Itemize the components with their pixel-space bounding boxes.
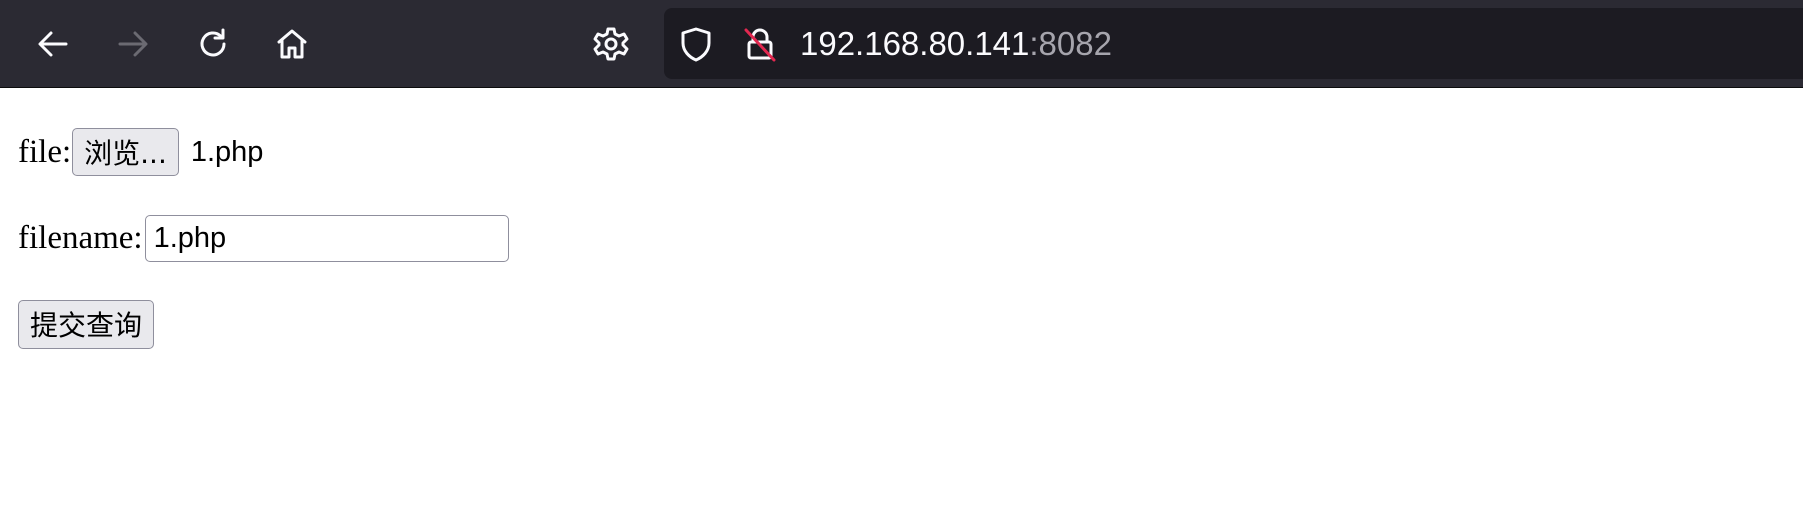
url-bar[interactable]: 192.168.80.141:8082	[664, 8, 1803, 79]
url-host: 192.168.80.141	[800, 25, 1030, 62]
home-icon	[277, 29, 307, 59]
filename-input[interactable]	[144, 214, 509, 262]
filename-label: filename:	[18, 219, 143, 256]
file-row: file: 浏览... 1.php	[18, 126, 263, 178]
insecure-lock-icon[interactable]	[742, 26, 778, 62]
gear-icon	[593, 27, 629, 61]
file-label: file:	[18, 133, 72, 170]
submit-button[interactable]: 提交查询	[18, 299, 155, 349]
reload-icon	[200, 28, 226, 57]
browse-button[interactable]: 浏览...	[72, 128, 179, 176]
settings-button[interactable]	[586, 19, 636, 69]
url-port: :8082	[1029, 25, 1112, 62]
submit-row: 提交查询	[18, 298, 155, 350]
forward-button[interactable]	[108, 19, 158, 69]
filename-row: filename:	[18, 212, 509, 264]
selected-file-name: 1.php	[190, 135, 264, 168]
browser-toolbar: 192.168.80.141:8082	[0, 0, 1803, 88]
shield-icon[interactable]	[678, 26, 714, 62]
back-arrow-icon	[38, 31, 68, 57]
reload-button[interactable]	[188, 19, 238, 69]
back-button[interactable]	[28, 19, 78, 69]
home-button[interactable]	[267, 19, 317, 69]
forward-arrow-icon	[118, 31, 148, 57]
page-content: file: 浏览... 1.php filename: 提交查询	[0, 88, 1803, 532]
url-text[interactable]: 192.168.80.141:8082	[800, 24, 1112, 64]
